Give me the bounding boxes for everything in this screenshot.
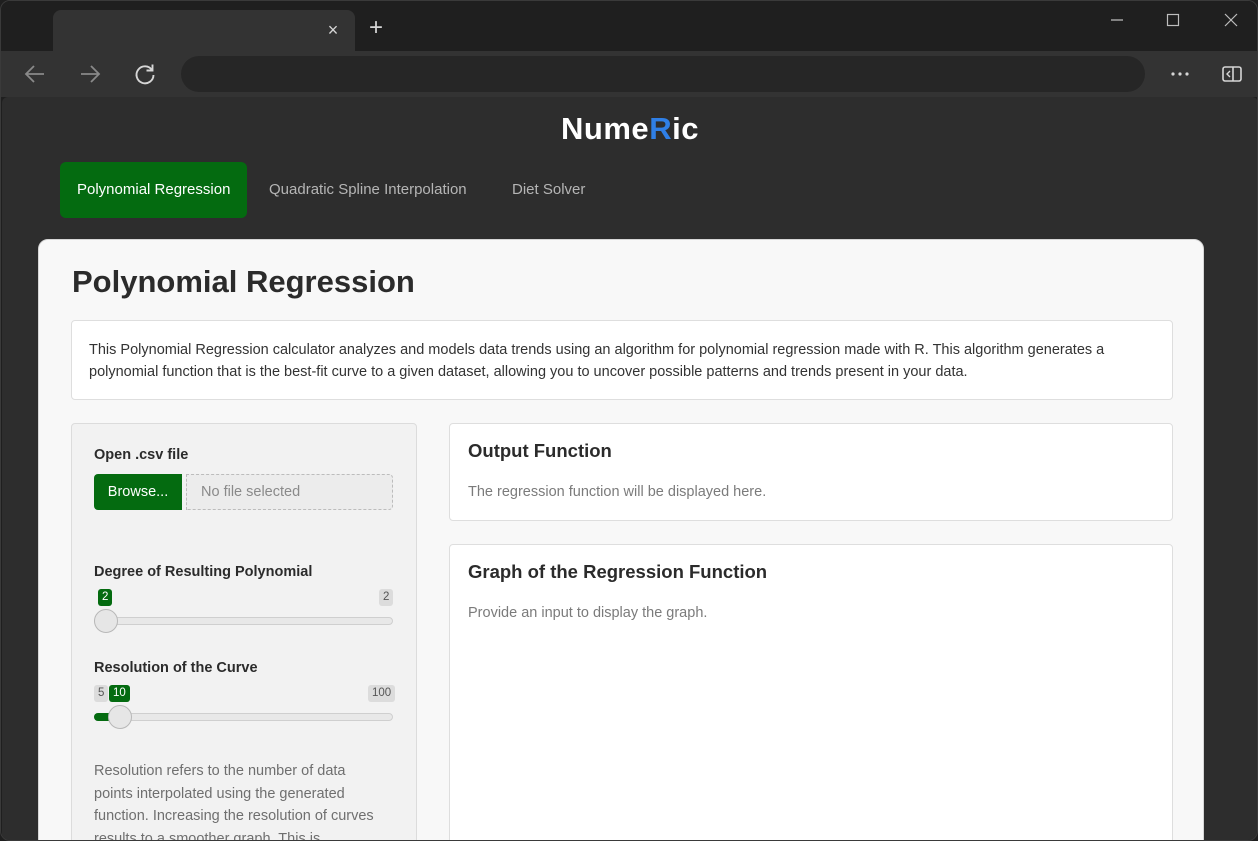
output-function-title: Output Function: [468, 440, 612, 461]
close-window-icon[interactable]: [1220, 9, 1242, 31]
browser-toolbar: [1, 51, 1257, 97]
tab-diet-solver[interactable]: Diet Solver: [512, 162, 585, 218]
degree-max-badge: 2: [379, 589, 394, 606]
maximize-icon[interactable]: [1162, 9, 1184, 31]
output-function-text: The regression function will be displaye…: [468, 484, 767, 500]
tab-quadratic-spline-interpolation[interactable]: Quadratic Spline Interpolation: [269, 162, 467, 218]
input-sidebar: Open .csv file Browse... No file selecte…: [71, 423, 417, 841]
forward-icon[interactable]: [77, 61, 103, 87]
file-name-field[interactable]: No file selected: [186, 474, 393, 510]
graph-title: Graph of the Regression Function: [468, 561, 768, 582]
graph-placeholder-text: Provide an input to display the graph.: [468, 605, 708, 621]
resolution-max-badge: 100: [368, 685, 396, 702]
address-bar[interactable]: [181, 56, 1145, 92]
degree-value-badge: 2: [98, 589, 113, 606]
browser-window: × + NumeRic Polynomial Regression Quadra…: [0, 0, 1258, 841]
content-card: Polynomial Regression This Polynomial Re…: [38, 239, 1204, 841]
degree-slider-handle[interactable]: [94, 609, 118, 633]
graph-panel: Graph of the Regression Function Provide…: [449, 544, 1173, 840]
new-tab-icon[interactable]: +: [363, 16, 389, 42]
resolution-min-badge: 5: [94, 685, 109, 702]
resolution-value-badge: 10: [109, 685, 130, 702]
reload-icon[interactable]: [132, 61, 158, 87]
sidebar-toggle-icon[interactable]: [1219, 61, 1245, 87]
tab-polynomial-regression[interactable]: Polynomial Regression: [60, 162, 248, 218]
more-options-icon[interactable]: [1167, 61, 1193, 87]
back-icon[interactable]: [22, 61, 48, 87]
app-logo: NumeRic: [561, 111, 699, 146]
description-box: This Polynomial Regression calculator an…: [71, 320, 1173, 400]
resolution-slider-handle[interactable]: [108, 705, 132, 729]
resolution-slider[interactable]: [94, 713, 393, 721]
degree-slider[interactable]: [94, 617, 393, 625]
close-tab-icon[interactable]: ×: [323, 20, 343, 40]
output-function-panel: Output Function The regression function …: [449, 423, 1173, 521]
resolution-help-text: Resolution refers to the number of data …: [94, 763, 374, 841]
page-title: Polynomial Regression: [72, 264, 415, 299]
minimize-icon[interactable]: [1106, 9, 1128, 31]
resolution-label: Resolution of the Curve: [94, 660, 258, 676]
degree-label: Degree of Resulting Polynomial: [94, 564, 313, 580]
file-label: Open .csv file: [94, 447, 189, 463]
browser-tab[interactable]: ×: [53, 10, 355, 51]
web-page: NumeRic Polynomial Regression Quadratic …: [2, 97, 1257, 841]
browse-button[interactable]: Browse...: [94, 474, 182, 510]
tab-strip: × +: [1, 1, 1257, 51]
